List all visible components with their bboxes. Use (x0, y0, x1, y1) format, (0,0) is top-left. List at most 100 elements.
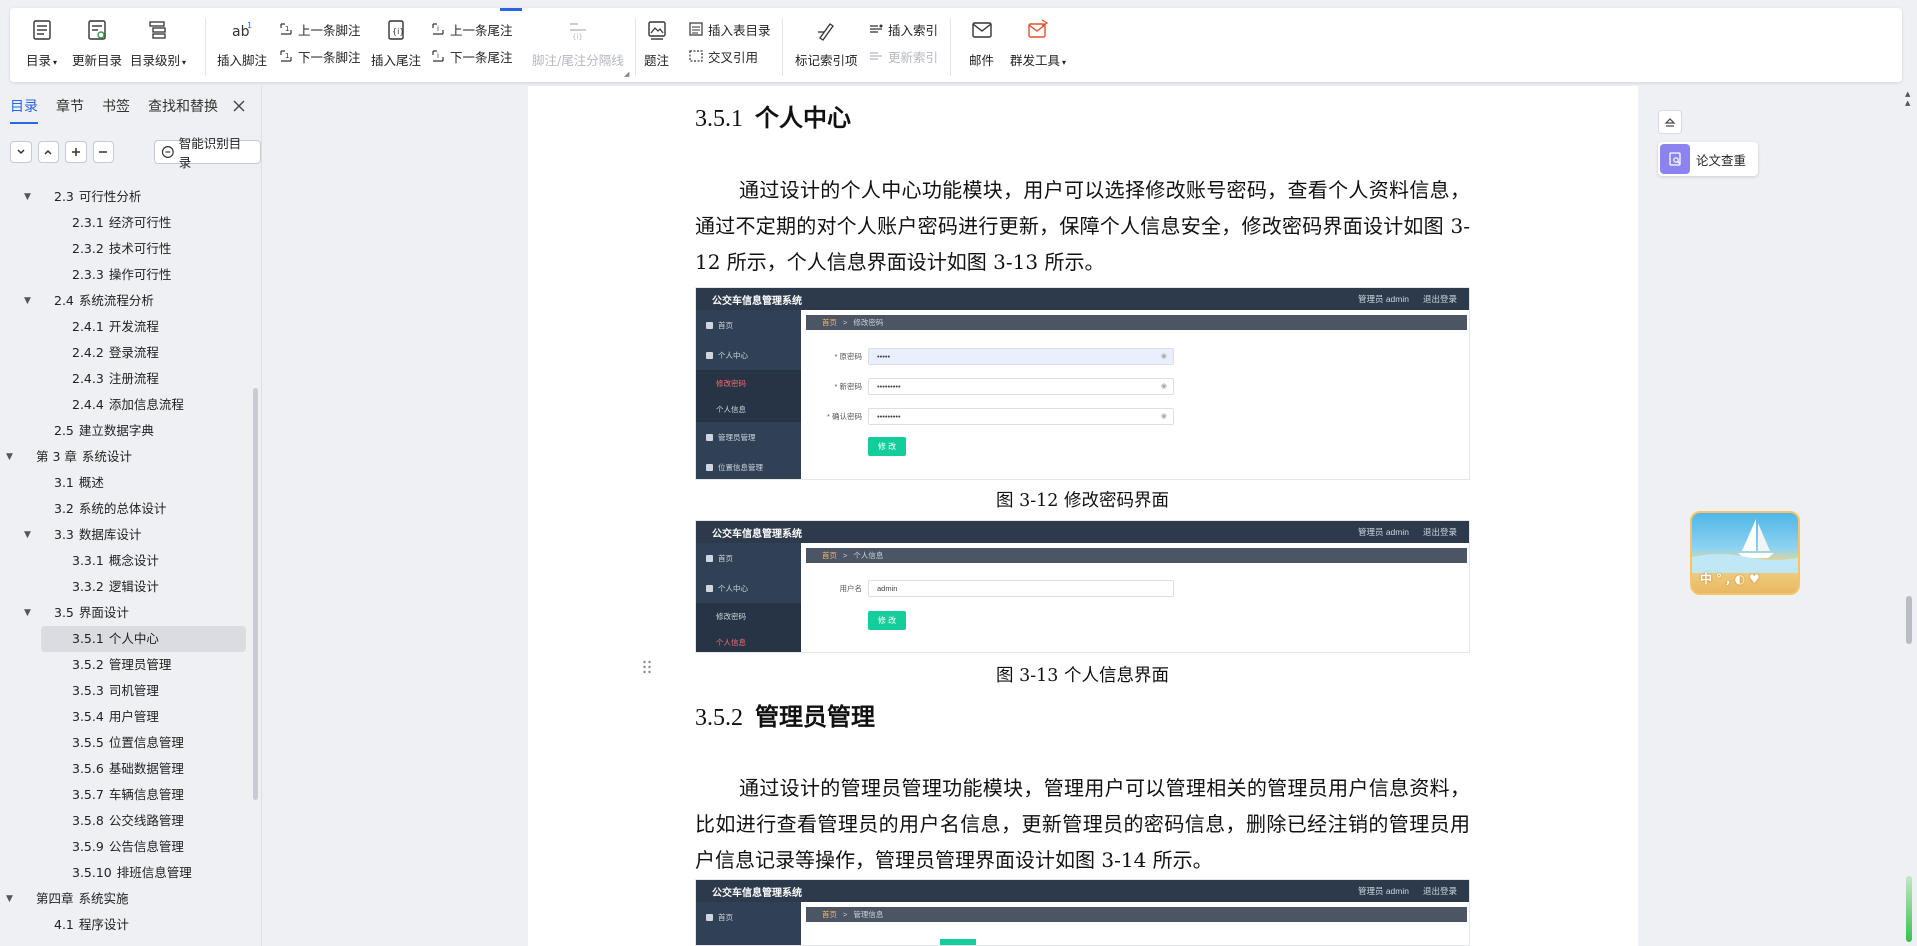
toc-item[interactable]: 2.3.2 技术可行性 (0, 236, 256, 262)
toc-item[interactable]: 2.3.1 经济可行性 (0, 210, 256, 236)
collapse-all-button[interactable] (10, 141, 32, 163)
eject-icon[interactable] (1658, 110, 1682, 134)
group-expand-icon[interactable]: ◢ (624, 70, 629, 78)
paragraph-admin-management[interactable]: 通过设计的管理员管理功能模块，管理用户可以管理相关的管理员用户信息资料，比如进行… (695, 770, 1470, 878)
mail-button[interactable]: 邮件 (969, 18, 994, 76)
toc-item[interactable]: 2.5 建立数据字典 (0, 418, 256, 444)
mass-send-tools-button[interactable]: 群发工具 ▾ (1010, 18, 1066, 76)
toc-item[interactable]: 3.5.1 个人中心 (41, 626, 246, 652)
toc-item-label: 3.5.1 个人中心 (72, 626, 159, 652)
toc-item[interactable]: 3.5.9 公告信息管理 (0, 834, 256, 860)
toc-item[interactable]: ▼ 3.5 界面设计 (0, 600, 256, 626)
insert-table-of-figures-button[interactable]: 插入表目录 (688, 19, 771, 39)
toc-item[interactable]: 3.2 系统的总体设计 (0, 496, 256, 522)
toc-level-button[interactable]: 目录级别 ▾ (130, 18, 186, 76)
insert-index-icon (870, 24, 883, 33)
insert-endnote-button[interactable]: {i} 插入尾注 (371, 18, 421, 76)
document-scrollbar[interactable] (1906, 596, 1912, 644)
heading-3-5-1[interactable]: 3.5.1 个人中心 (695, 98, 851, 133)
next-footnote-button[interactable]: 1 下一条脚注 (278, 46, 361, 66)
sys-menu-label: 修改密码 (716, 611, 746, 621)
toc-item[interactable]: 2.4.1 开发流程 (0, 314, 256, 340)
toc-item-number: 3.2 (54, 501, 74, 516)
toc-item[interactable]: 3.5.10 排班信息管理 (0, 860, 256, 886)
caption-button[interactable]: 题注 (644, 18, 669, 76)
toc-item-text: 概述 (78, 475, 104, 490)
tab-toc[interactable]: 目录 (10, 96, 38, 124)
toc-item[interactable]: 3.1 概述 (0, 470, 256, 496)
toc-item[interactable]: 3.3.1 概念设计 (0, 548, 256, 574)
update-toc-button[interactable]: 更新目录 (72, 18, 122, 76)
tab-find-replace[interactable]: 查找和替换 (148, 96, 218, 124)
cross-reference-button[interactable]: 交叉引用 (688, 46, 758, 66)
sys-field-label: * 新密码 (834, 381, 862, 391)
toc-item-text: 逻辑设计 (108, 579, 159, 594)
nav-tabs: 目录 章节 书签 查找和替换 (10, 96, 236, 124)
drag-handle-icon[interactable] (642, 659, 652, 675)
toc-item-number: 2.5 (54, 423, 74, 438)
toc-item[interactable]: 3.5.8 公交线路管理 (0, 808, 256, 834)
toc-item[interactable]: 2.4.4 添加信息流程 (0, 392, 256, 418)
add-heading-button[interactable] (65, 141, 87, 163)
prev-endnote-button[interactable]: i 上一条尾注 (430, 19, 513, 39)
toc-item-number: 3.5.3 (72, 683, 104, 698)
expand-arrow-icon[interactable]: ▼ (24, 288, 31, 314)
sys-header: 公交车信息管理系统 管理员 admin 退出登录 (696, 288, 1469, 310)
plagiarism-check-button[interactable]: 论文查重 (1658, 142, 1758, 176)
smart-toc-label: 智能识别目录 (178, 136, 242, 170)
toc-item[interactable]: 2.3.3 操作可行性 (0, 262, 256, 288)
expand-arrow-icon[interactable]: ▼ (24, 522, 31, 548)
eye-icon: ◉ (1160, 382, 1167, 390)
toc-item-label: 3.5.4 用户管理 (72, 704, 159, 730)
mark-index-entry-button[interactable]: 标记索引项 (795, 18, 858, 76)
toc-item[interactable]: 2.4.2 登录流程 (0, 340, 256, 366)
toc-item[interactable]: ▼ 2.3 可行性分析 (0, 184, 256, 210)
insert-index-label: 插入索引 (888, 22, 939, 38)
document-page[interactable]: 3.5.1 个人中心 通过设计的个人中心功能模块，用户可以选择修改账号密码，查看个… (528, 86, 1638, 946)
expand-arrow-icon[interactable]: ▼ (24, 600, 31, 626)
ime-skin-widget[interactable]: 中°,◐♥ (1690, 511, 1800, 595)
toc-item[interactable]: 3.5.6 基础数据管理 (0, 756, 256, 782)
expand-arrow-icon[interactable]: ▼ (6, 444, 13, 470)
smart-toc-button[interactable]: 智能识别目录 (154, 136, 261, 170)
insert-footnote-button[interactable]: ab 1 插入脚注 (217, 18, 267, 76)
ribbon-separator (950, 18, 951, 76)
paragraph-personal-center[interactable]: 通过设计的个人中心功能模块，用户可以选择修改账号密码，查看个人资料信息，通过不定… (695, 172, 1470, 280)
toc-item[interactable]: 3.5.4 用户管理 (0, 704, 256, 730)
tab-bookmarks[interactable]: 书签 (102, 96, 130, 124)
heading-number: 3.5.1 (695, 106, 743, 132)
sys-field-label: * 确认密码 (826, 411, 862, 421)
heading-3-5-2[interactable]: 3.5.2 管理员管理 (695, 697, 875, 732)
insert-index-button[interactable]: 插入索引 (868, 19, 938, 39)
toc-item[interactable]: 4.1 程序设计 (0, 912, 256, 938)
toc-item-label: 3.5.3 司机管理 (72, 678, 159, 704)
sys-menu-personal: 个人中心 (696, 340, 801, 370)
sys-title: 公交车信息管理系统 (712, 528, 802, 540)
expand-arrow-icon[interactable]: ▼ (24, 184, 31, 210)
toc-item[interactable]: 2.4.3 注册流程 (0, 366, 256, 392)
toc-item[interactable]: 3.5.3 司机管理 (0, 678, 256, 704)
home-icon (706, 554, 713, 562)
toc-item[interactable]: ▼ 第 3 章系统设计 (0, 444, 256, 470)
toc-item[interactable]: 3.5.7 车辆信息管理 (0, 782, 256, 808)
toc-item-number: 第 3 章 (36, 449, 77, 464)
toc-item[interactable]: 3.5.2 管理员管理 (0, 652, 256, 678)
remove-heading-button[interactable] (92, 141, 115, 163)
note-separator-button[interactable]: {i} 脚注/尾注分隔线 (532, 18, 624, 76)
toc-item[interactable]: ▼ 3.3 数据库设计 (0, 522, 256, 548)
nav-scrollbar[interactable] (253, 388, 258, 800)
toc-item[interactable]: 3.3.2 逻辑设计 (0, 574, 256, 600)
toc-item[interactable]: 3.5.5 位置信息管理 (0, 730, 256, 756)
toc-button[interactable]: 目录 ▾ (26, 18, 57, 76)
prev-footnote-button[interactable]: 1 上一条脚注 (278, 19, 361, 39)
toc-item-label: 2.3.2 技术可行性 (72, 236, 171, 262)
update-index-button[interactable]: 更新索引 (868, 46, 938, 66)
scroll-up-icon[interactable]: ▲ ▲ (1905, 90, 1910, 108)
close-icon[interactable] (230, 97, 248, 115)
expand-arrow-icon[interactable]: ▼ (6, 886, 13, 912)
next-endnote-button[interactable]: i 下一条尾注 (430, 46, 513, 66)
expand-up-button[interactable] (37, 141, 60, 163)
toc-item[interactable]: ▼ 2.4 系统流程分析 (0, 288, 256, 314)
tab-chapters[interactable]: 章节 (56, 96, 84, 124)
toc-item[interactable]: ▼ 第四章 系统实施 (0, 886, 256, 912)
